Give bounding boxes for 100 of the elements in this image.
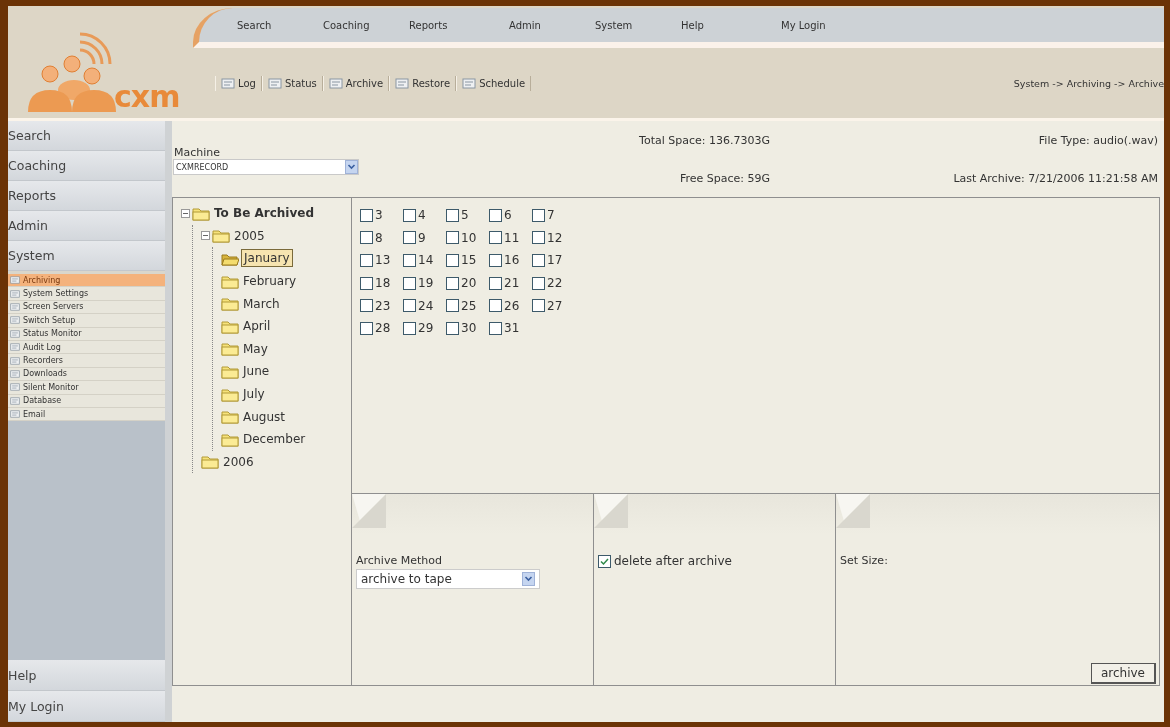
folder-icon	[221, 386, 239, 402]
checkbox[interactable]	[403, 254, 416, 267]
toolbar-button[interactable]: Schedule	[456, 75, 532, 91]
toolbar-button[interactable]: Archive	[322, 75, 390, 91]
machine-select[interactable]: CXMRECORD	[173, 159, 359, 175]
day-label: 25	[461, 298, 477, 313]
sidebar-section[interactable]: Search	[8, 121, 165, 151]
sidebar-item[interactable]: Archiving	[8, 274, 165, 288]
folder-icon	[201, 454, 219, 470]
checkbox[interactable]	[532, 208, 545, 222]
toolbar-button[interactable]: Status	[261, 75, 323, 91]
folder-icon	[212, 228, 230, 244]
field-label: Machine	[173, 146, 222, 159]
checkbox[interactable]	[532, 231, 545, 245]
checkbox[interactable]	[403, 276, 416, 290]
folder-icon	[221, 409, 239, 425]
checkbox[interactable]	[403, 208, 416, 222]
checkbox[interactable]	[532, 276, 545, 290]
checkbox[interactable]	[532, 299, 545, 313]
checkbox[interactable]	[403, 299, 416, 313]
field-label: Set Size:	[840, 554, 889, 567]
folder-icon	[221, 341, 239, 357]
checkbox[interactable]	[446, 321, 459, 335]
document-icon	[10, 316, 20, 325]
folder-icon	[221, 431, 239, 447]
day-label: 9	[418, 230, 426, 245]
checkbox[interactable]	[360, 254, 373, 267]
checkbox[interactable]	[489, 231, 502, 245]
nav-link[interactable]: Help	[681, 19, 781, 31]
breadcrumb: System -> Archiving -> Archive	[1013, 77, 1164, 89]
toolbar-button[interactable]: Restore	[389, 75, 457, 91]
nav-link[interactable]: System	[595, 19, 681, 31]
checkbox[interactable]	[489, 254, 502, 267]
day-label: 18	[375, 276, 391, 291]
nav-link[interactable]: Admin	[509, 19, 595, 31]
tree-item[interactable]: To Be Archived	[212, 205, 316, 222]
checked-checkbox[interactable]	[598, 554, 611, 568]
checkbox[interactable]	[403, 321, 416, 335]
checkbox[interactable]	[489, 276, 502, 290]
sidebar-item[interactable]: Silent Monitor	[8, 381, 165, 395]
document-icon	[10, 343, 20, 352]
sidebar-section[interactable]: Reports	[8, 181, 165, 211]
checkbox[interactable]	[360, 276, 373, 290]
day-label: 3	[375, 208, 383, 223]
tree-item[interactable]: December	[241, 431, 308, 448]
tree-item[interactable]: August	[241, 408, 287, 425]
page-fold-drawing	[836, 494, 872, 530]
logo-text: cxm	[114, 82, 180, 112]
sidebar-section[interactable]: Admin	[8, 211, 165, 241]
tree-item[interactable]: May	[241, 340, 270, 357]
document-icon	[10, 369, 20, 378]
toolbar-button[interactable]: Log	[215, 75, 262, 91]
sidebar-section[interactable]: Coaching	[8, 151, 165, 181]
day-label: 10	[461, 230, 477, 245]
checkbox[interactable]	[489, 321, 502, 335]
tree-item[interactable]: February	[241, 273, 299, 290]
checkbox[interactable]	[446, 254, 459, 267]
checkbox[interactable]	[446, 231, 459, 245]
checkbox[interactable]	[446, 299, 459, 313]
checkbox[interactable]	[532, 254, 545, 267]
folder-icon	[221, 273, 239, 289]
checkbox[interactable]	[360, 299, 373, 313]
open-folder-icon	[221, 251, 239, 266]
day-label: 24	[418, 298, 434, 313]
tree-item[interactable]: April	[241, 318, 273, 335]
archive-method-select[interactable]: archive to tape	[356, 569, 540, 589]
checkbox[interactable]	[360, 231, 373, 245]
tree-item[interactable]: January	[241, 249, 293, 268]
day-label: 23	[375, 298, 391, 313]
checkbox[interactable]	[446, 276, 459, 290]
checkbox[interactable]	[489, 208, 502, 222]
sidebar-section[interactable]: Help	[8, 660, 165, 691]
document-icon	[395, 77, 410, 89]
day-label: 21	[504, 276, 520, 291]
nav-link[interactable]: Search	[237, 19, 323, 31]
checkbox[interactable]	[446, 208, 459, 222]
tree-item[interactable]: 2006	[221, 453, 256, 470]
tree-item[interactable]: July	[241, 386, 267, 403]
day-label: 20	[461, 276, 477, 291]
document-icon	[10, 302, 20, 311]
tree-item[interactable]: March	[241, 295, 282, 312]
sidebar-item[interactable]: System Settings	[8, 287, 165, 301]
sidebar-section[interactable]: System	[8, 241, 165, 271]
checkbox[interactable]	[360, 321, 373, 335]
tree-item[interactable]: June	[241, 363, 272, 380]
archive-button[interactable]: archive	[1090, 663, 1156, 684]
sidebar-section[interactable]: My Login	[8, 691, 165, 722]
collapse-icon[interactable]	[181, 208, 190, 218]
sidebar-item[interactable]: Recorders	[8, 354, 165, 368]
checkbox[interactable]	[403, 231, 416, 245]
document-icon	[10, 289, 20, 298]
nav-link[interactable]: Reports	[409, 19, 509, 31]
collapse-icon[interactable]	[201, 231, 210, 241]
nav-link[interactable]: My Login	[781, 19, 867, 31]
nav-link[interactable]: Coaching	[323, 19, 409, 31]
checkbox[interactable]	[489, 299, 502, 313]
tree-item[interactable]: 2005	[232, 227, 267, 244]
sidebar-item[interactable]: Switch Setup	[8, 314, 165, 328]
folder-icon	[221, 296, 239, 312]
checkbox[interactable]	[360, 208, 373, 222]
